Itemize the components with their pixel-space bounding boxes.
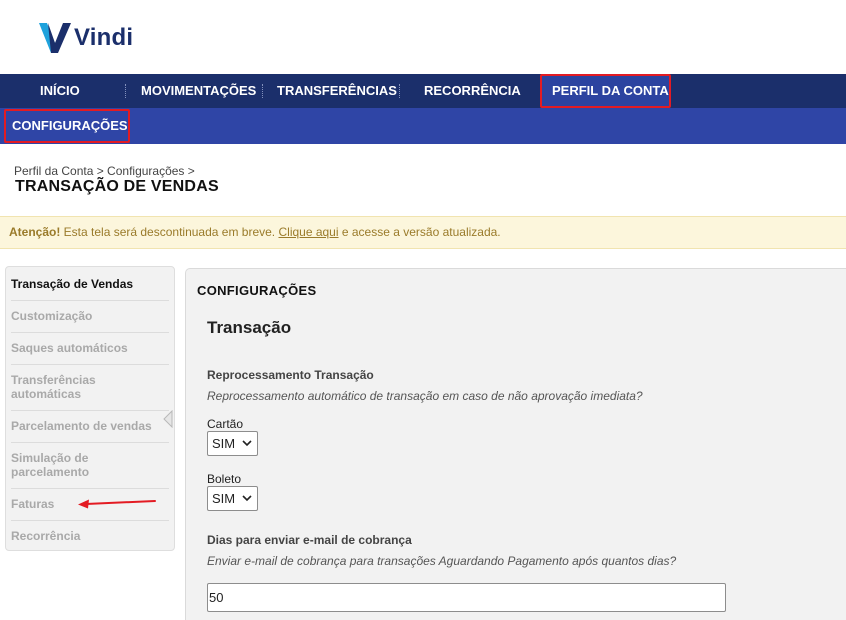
nav-separator [125, 84, 126, 98]
alert-text-before: Esta tela será descontinuada em breve. [60, 225, 279, 239]
nav-movimentacoes[interactable]: MOVIMENTAÇÕES [141, 74, 256, 108]
deprecation-alert: Atenção! Esta tela será descontinuada em… [0, 216, 846, 249]
email-days-input[interactable]: 50 [207, 583, 726, 612]
page-title: TRANSAÇÃO DE VENDAS [15, 178, 219, 195]
sidebar-item-transacao-de-vendas[interactable]: Transação de Vendas [11, 277, 169, 291]
sidebar-item-simulacao-de-parcelamento[interactable]: Simulação de parcelamento [11, 451, 111, 479]
boleto-select-value: SIM [212, 491, 236, 506]
brand-name: Vindi [74, 24, 134, 51]
top-navigation: INÍCIO MOVIMENTAÇÕES TRANSFERÊNCIAS RECO… [0, 74, 846, 108]
chevron-down-icon [242, 440, 252, 447]
alert-text-after: e acesse a versão atualizada. [338, 225, 501, 239]
panel-header: CONFIGURAÇÕES [197, 283, 317, 298]
sidebar-divider [11, 410, 169, 411]
boleto-select[interactable]: SIM [207, 486, 258, 511]
sidebar-item-customizacao[interactable]: Customização [11, 309, 169, 323]
sidebar-item-saques-automaticos[interactable]: Saques automáticos [11, 341, 169, 355]
sidebar-collapse-icon[interactable] [163, 410, 173, 428]
annotation-arrow-icon [78, 499, 156, 509]
sidebar-divider [11, 520, 169, 521]
configuracoes-panel: CONFIGURAÇÕES Transação Reprocessamento … [185, 268, 846, 620]
reprocess-description: Reprocessamento automático de transação … [207, 389, 643, 403]
email-days-description: Enviar e-mail de cobrança para transaçõe… [207, 554, 677, 568]
sidebar-divider [11, 332, 169, 333]
sidebar-divider [11, 300, 169, 301]
sidebar-divider [11, 488, 169, 489]
nav-recorrencia[interactable]: RECORRÊNCIA [424, 74, 521, 108]
reprocess-label: Reprocessamento Transação [207, 368, 374, 382]
email-days-label: Dias para enviar e-mail de cobrança [207, 533, 412, 547]
section-title: Transação [207, 318, 292, 337]
breadcrumb: Perfil da Conta > Configurações > [14, 164, 195, 178]
cartao-select-value: SIM [212, 436, 236, 451]
nav-separator [262, 84, 263, 98]
sidebar-item-recorrencia[interactable]: Recorrência [11, 529, 169, 543]
sidebar-divider [11, 364, 169, 365]
sidebar-divider [11, 442, 169, 443]
alert-strong: Atenção! [9, 225, 61, 239]
nav-separator [399, 84, 400, 98]
vindi-logo[interactable]: Vindi [38, 16, 133, 56]
chevron-down-icon [242, 495, 252, 502]
sidebar-item-transferencias-automaticas[interactable]: Transferências automáticas [11, 373, 121, 401]
alert-link[interactable]: Clique aqui [278, 225, 338, 239]
sub-navigation: CONFIGURAÇÕES [0, 108, 846, 144]
sidebar-item-parcelamento-de-vendas[interactable]: Parcelamento de vendas [11, 419, 169, 433]
vindi-logo-mark [39, 23, 71, 53]
nav-inicio[interactable]: INÍCIO [40, 74, 80, 108]
boleto-label: Boleto [207, 472, 242, 486]
nav-perfil-da-conta[interactable]: PERFIL DA CONTA [552, 74, 669, 108]
subnav-configuracoes[interactable]: CONFIGURAÇÕES [4, 109, 130, 143]
nav-transferencias[interactable]: TRANSFERÊNCIAS [277, 74, 397, 108]
cartao-select[interactable]: SIM [207, 431, 258, 456]
cartao-label: Cartão [207, 417, 244, 431]
